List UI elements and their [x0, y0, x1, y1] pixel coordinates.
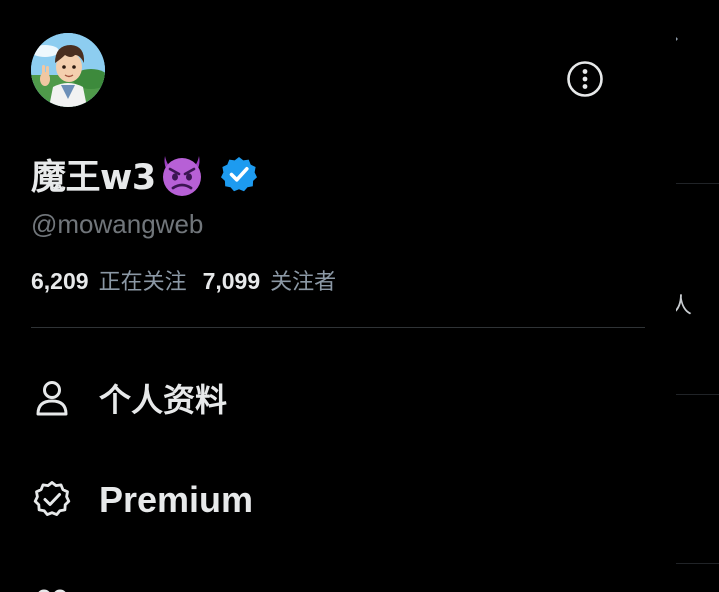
person-icon	[36, 381, 68, 416]
background-divider	[676, 394, 719, 395]
following-link[interactable]: 6,209 正在关注	[31, 264, 187, 296]
menu-item-premium-label: Premium	[99, 479, 254, 520]
username-handle[interactable]: @mowangweb	[31, 209, 203, 240]
profile-name-row[interactable]: 魔王w3	[31, 148, 258, 200]
more-options-button[interactable]	[566, 60, 604, 98]
side-drawer: 魔王w3 @mowangweb 6,209 正在关注 7,099 关注者 个人资…	[0, 0, 676, 592]
menu-item-premium[interactable]: Premium	[31, 472, 253, 528]
follow-stats: 6,209 正在关注 7,099 关注者	[31, 264, 336, 296]
followers-count: 7,099	[202, 268, 261, 294]
following-count: 6,209	[31, 268, 89, 294]
followers-link[interactable]: 7,099 关注者	[203, 264, 337, 296]
premium-badge-icon	[33, 481, 71, 516]
background-divider	[676, 183, 719, 184]
people-icon	[38, 589, 66, 592]
following-label: 正在关注	[98, 270, 187, 295]
angry-devil-emoji-icon	[162, 156, 201, 196]
display-name: 魔王w3	[31, 157, 156, 198]
avatar-image	[31, 33, 105, 107]
verified-badge-icon[interactable]	[220, 155, 258, 193]
avatar[interactable]	[31, 33, 105, 107]
background-divider	[676, 563, 719, 564]
menu-item-profile-label: 个人资料	[99, 381, 228, 419]
divider	[31, 327, 645, 328]
followers-label: 关注者	[270, 270, 337, 295]
menu-item-profile[interactable]: 个人资料	[31, 370, 227, 426]
menu-item-partial[interactable]	[31, 578, 73, 592]
more-options-icon	[567, 61, 603, 97]
